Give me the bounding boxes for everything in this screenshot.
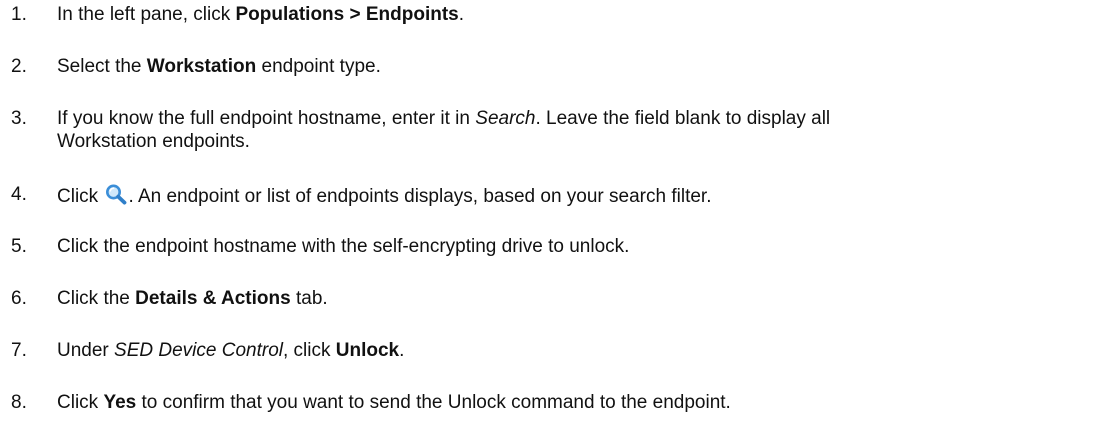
step-number: 4. [11, 184, 27, 205]
step-text-segment: , click [282, 340, 336, 361]
ui-term-unlock: Unlock [335, 340, 400, 361]
step-number: 5. [11, 236, 27, 257]
ui-term-details-actions: Details & Actions [135, 288, 291, 309]
step-text-segment: Click the endpoint hostname with the sel… [57, 236, 630, 257]
step-text-segment: Under [57, 340, 115, 361]
step-text: Click the endpoint hostname with the sel… [57, 235, 1087, 258]
step-text: In the left pane, click Populations > En… [57, 3, 1087, 26]
ui-path-populations-endpoints: Populations > Endpoints [235, 4, 459, 25]
step-text-segment: Select the [57, 56, 147, 77]
step-text: Click . An endpoint or list of endpoints… [57, 183, 1087, 208]
step-text-segment: to confirm that you want to send the Unl… [136, 392, 731, 413]
step-text-segment: . Leave the field blank to display all [535, 108, 831, 129]
step-number: 6. [11, 288, 27, 309]
step-text-segment: tab. [290, 288, 328, 309]
ui-term-search: Search [475, 108, 536, 129]
step-text-segment: Click [57, 186, 104, 207]
step-text-segment: . An endpoint or list of endpoints displ… [128, 186, 712, 207]
ui-term-sed-device-control: SED Device Control [114, 340, 283, 361]
step-number: 2. [11, 56, 27, 77]
step-text-segment: In the left pane, click [57, 4, 236, 25]
step-text: Click the Details & Actions tab. [57, 287, 1087, 310]
step-text: Under SED Device Control, click Unlock. [57, 339, 1087, 362]
step-text-segment: . [399, 340, 405, 361]
step-text-segment: . [458, 4, 465, 25]
step-text-segment: Click [57, 392, 104, 413]
step-text-segment: If you know the full endpoint hostname, … [57, 108, 476, 129]
step-number: 3. [11, 108, 27, 129]
step-text-segment: endpoint type. [256, 56, 381, 77]
step-text: Select the Workstation endpoint type. [57, 55, 1087, 78]
step-number: 1. [11, 4, 27, 25]
step-number: 8. [11, 392, 27, 413]
step-number: 7. [11, 340, 27, 361]
ui-term-workstation: Workstation [146, 56, 257, 77]
step-text: Click Yes to confirm that you want to se… [57, 391, 1087, 414]
step-text-continuation: Workstation endpoints. [57, 131, 250, 152]
step-text-segment: Click the [57, 288, 136, 309]
step-text: If you know the full endpoint hostname, … [57, 107, 1087, 153]
search-icon [104, 183, 128, 205]
ui-term-yes: Yes [103, 392, 137, 413]
